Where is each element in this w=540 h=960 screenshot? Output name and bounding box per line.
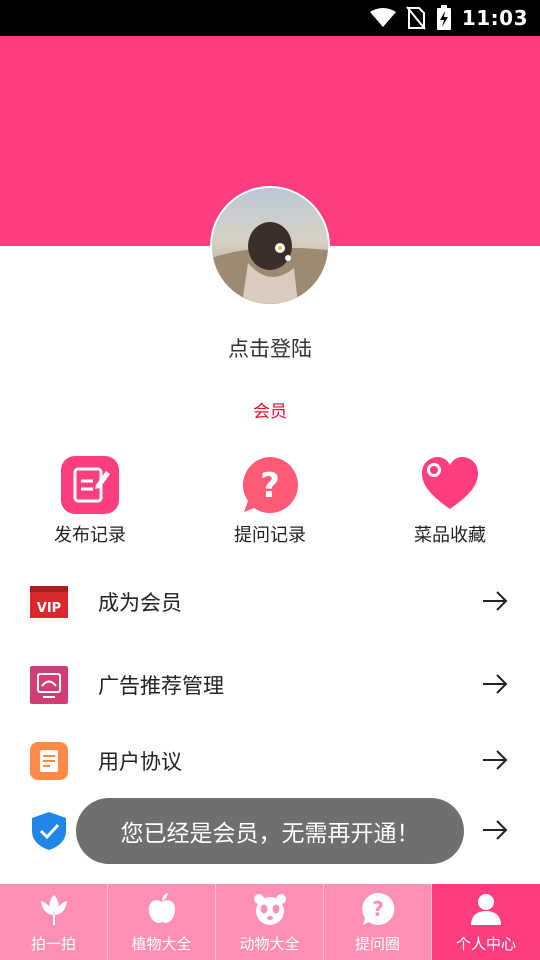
tab-label: 植物大全 [131,935,192,953]
avatar[interactable] [210,186,330,306]
menu-item-label: 成为会员 [98,591,182,615]
login-prompt[interactable]: 点击登陆 [0,333,540,363]
menu-item-user-agreement[interactable]: 用户协议 [0,729,540,791]
quick-action-publish-records[interactable]: 发布记录 [0,455,180,550]
member-label[interactable]: 会员 [0,397,540,422]
quick-action-label: 菜品收藏 [414,525,486,546]
tab-label: 拍一拍 [30,935,76,953]
svg-text:VIP: VIP [37,601,61,616]
apple-icon [148,893,175,923]
question-icon: ? [361,892,394,925]
status-icons: 11:03 [369,5,528,31]
quick-action-question-records[interactable]: ? 提问记录 [180,455,360,550]
quick-action-label: 提问记录 [234,525,306,546]
wifi-icon [369,8,396,27]
avatar-image [212,188,328,304]
status-bar: 11:03 [0,0,540,36]
arrow-right-icon [483,591,508,611]
ad-manage-icon [30,666,68,704]
menu-item-become-member[interactable]: VIP 成为会员 [0,570,540,632]
menu-item-ad-recommendation[interactable]: 广告推荐管理 [0,653,540,715]
menu-item-label: 用户协议 [98,750,182,774]
quick-action-label: 发布记录 [54,525,126,546]
user-icon [471,894,501,925]
bottom-tab-bar: 拍一拍 植物大全 动物大全 ? 提问圈 个人中心 [0,884,540,960]
arrow-right-icon [483,750,508,770]
edit-note-icon [61,456,119,514]
tab-snap[interactable]: 拍一拍 [0,884,108,960]
svg-text:?: ? [260,466,280,506]
agreement-icon [30,742,68,780]
tab-label: 动物大全 [239,935,300,953]
no-sim-icon [406,6,426,30]
question-bubble-icon: ? [242,457,298,513]
quick-action-dish-favorites[interactable]: 菜品收藏 [360,455,540,550]
arrow-right-icon [483,674,508,694]
panda-icon [253,894,286,925]
arrow-right-icon [483,820,508,840]
vip-icon: VIP [30,586,68,618]
privacy-shield-icon [32,812,66,850]
toast-message: 您已经是会员，无需再开通！ [76,798,464,864]
tab-plants[interactable]: 植物大全 [108,884,216,960]
svg-text:?: ? [372,897,384,921]
tab-question-circle[interactable]: ? 提问圈 [324,884,432,960]
clock-time: 11:03 [461,6,528,30]
battery-charging-icon [436,5,451,30]
menu-item-label: 广告推荐管理 [98,674,224,698]
heart-icon [422,457,478,509]
tab-animals[interactable]: 动物大全 [216,884,324,960]
tab-label: 个人中心 [455,935,516,953]
tab-label: 提问圈 [354,935,400,953]
flower-icon [40,895,67,925]
tab-profile[interactable]: 个人中心 [432,884,540,960]
